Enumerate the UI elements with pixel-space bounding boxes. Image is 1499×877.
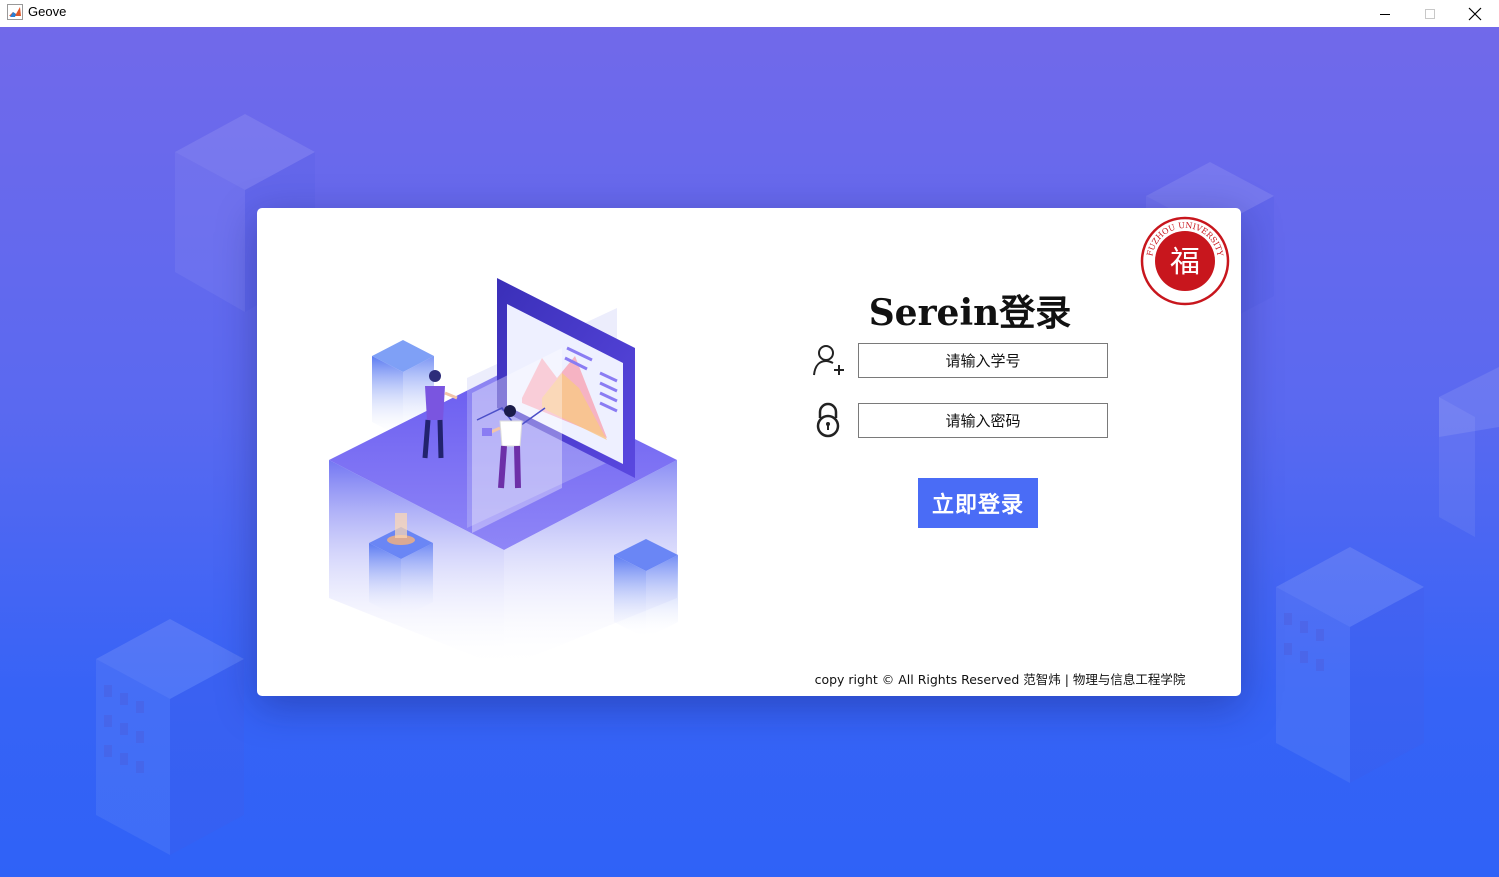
minimize-button[interactable] xyxy=(1362,0,1407,27)
maximize-button[interactable] xyxy=(1407,0,1452,27)
logo-center-char: 福 xyxy=(1170,245,1200,280)
background-building-right-edge xyxy=(1439,367,1499,537)
copyright-footer: copy right © All Rights Reserved 范智炜 | 物… xyxy=(814,672,1186,687)
login-button[interactable]: 立即登录 xyxy=(918,478,1038,528)
close-icon xyxy=(1468,7,1481,20)
window-titlebar: Geove xyxy=(0,0,1499,27)
maximize-icon xyxy=(1424,8,1435,19)
matlab-icon xyxy=(7,4,23,20)
isometric-office-illustration xyxy=(329,278,678,668)
background-building-left-bottom xyxy=(96,619,244,855)
login-title: Serein登录 xyxy=(868,292,1072,334)
background-building-right-bottom xyxy=(1276,547,1424,783)
login-card: FUZHOU UNIVERSITY 福 Serein登录 立即登录 copy r… xyxy=(257,208,1241,696)
minimize-icon xyxy=(1379,13,1390,15)
university-logo: FUZHOU UNIVERSITY 福 xyxy=(1140,216,1230,306)
lock-icon xyxy=(816,402,840,438)
student-id-input[interactable] xyxy=(858,343,1108,378)
close-button[interactable] xyxy=(1452,0,1497,27)
user-add-icon xyxy=(813,345,844,376)
window-title: Geove xyxy=(28,4,67,19)
password-input[interactable] xyxy=(858,403,1108,438)
